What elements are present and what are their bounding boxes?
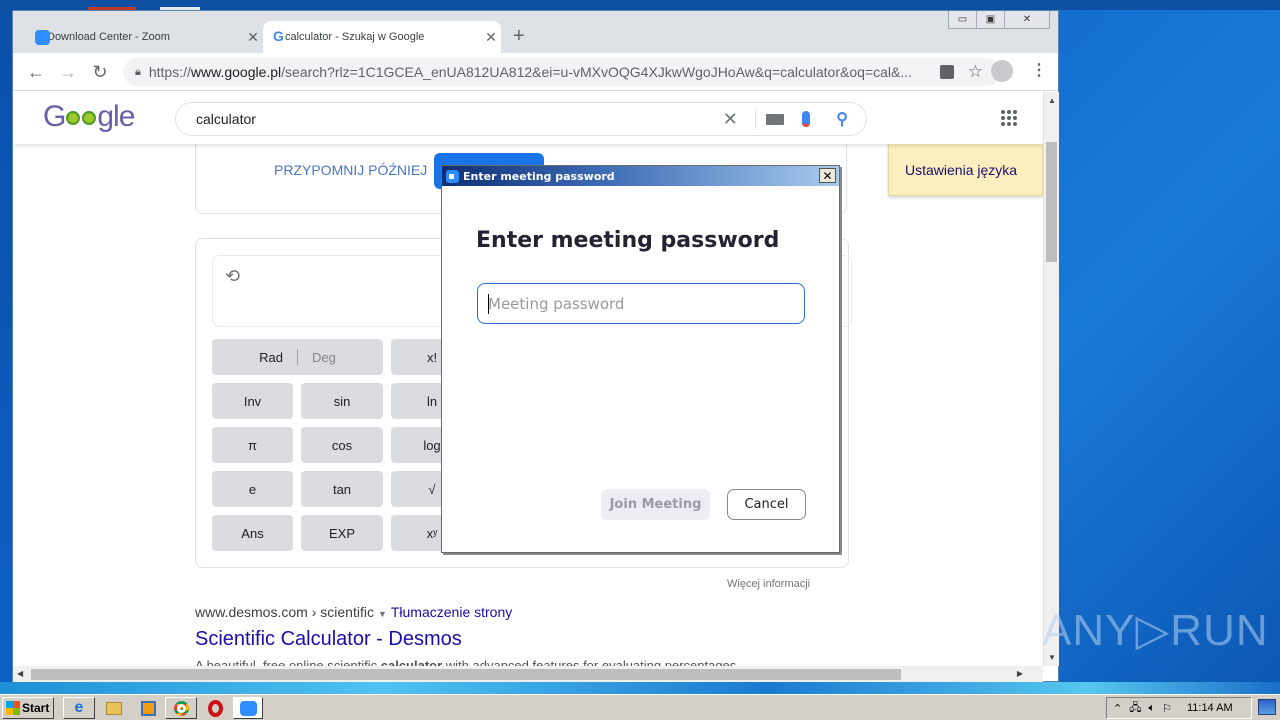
calc-key[interactable]: sin [301,383,383,419]
calc-key[interactable]: e [212,471,293,507]
dropdown-arrow-icon[interactable]: ▼ [378,609,387,619]
search-icon[interactable]: ⚲ [836,109,848,129]
clear-search-icon[interactable]: ✕ [715,109,745,130]
forward-button[interactable]: → [56,60,80,84]
clock[interactable]: 11:14 AM [1187,702,1233,714]
windows-logo-icon [6,701,20,715]
translate-icon[interactable] [939,65,954,79]
cancel-button[interactable]: Cancel [727,489,806,520]
calc-key[interactable]: Ans [212,515,293,551]
keyboard-icon[interactable] [766,113,785,125]
dialog-titlebar[interactable]: Enter meeting password ✕ [442,166,839,186]
anyrun-watermark: ANY▷RUN [1042,606,1269,655]
tab-strip: Download Center - Zoom ✕ G calculator - … [13,11,1058,53]
result-title-link[interactable]: Scientific Calculator - Desmos [195,628,462,651]
network-icon[interactable]: 🖧︎ [1129,699,1141,718]
google-icon: G [273,28,284,44]
language-settings-link[interactable]: Ustawienia języka [905,162,1017,178]
address-bar[interactable]: 🔒︎ https://www.google.pl/search?rlz=1C1G… [123,58,1001,86]
browser-toolbar: ← → ↻ 🔒︎ https://www.google.pl/search?rl… [13,53,1058,91]
close-window-button[interactable]: ✕ [1005,11,1049,28]
dialog-close-button[interactable]: ✕ [819,168,836,183]
calc-key[interactable]: cos [301,427,383,463]
calc-key[interactable]: EXP [301,515,383,551]
search-box[interactable]: calculator ✕ ⚲ [175,102,867,136]
rad-deg-toggle[interactable]: Rad Deg [212,339,383,375]
profile-avatar[interactable] [991,60,1013,82]
google-header: Ggle calculator ✕ ⚲ [13,92,1043,144]
tab-close-button[interactable]: ✕ [481,29,501,46]
calc-key[interactable]: π [212,427,293,463]
meeting-password-input[interactable] [477,283,805,324]
join-meeting-button[interactable]: Join Meeting [601,489,710,520]
meeting-password-dialog: Enter meeting password ✕ Enter meeting p… [441,165,840,553]
google-apps-icon[interactable] [1001,110,1017,126]
dialog-heading: Enter meeting password [476,228,780,253]
tab-calculator-google[interactable]: G calculator - Szukaj w Google ✕ [263,21,501,53]
tab-close-button[interactable]: ✕ [243,29,263,46]
taskbar: Start e ⌃ 🖧︎ 🔈︎ ⚐ 11:14 AM [0,694,1280,720]
maximize-button[interactable]: ▣ [977,11,1005,28]
more-info-link[interactable]: Więcej informacji [727,578,810,590]
scrollbar-thumb[interactable] [31,669,901,680]
calc-key[interactable]: Inv [212,383,293,419]
search-input[interactable]: calculator [196,111,256,127]
opera-icon[interactable] [203,697,227,719]
scroll-left-arrow-icon[interactable]: ◀ [17,669,23,678]
scroll-up-arrow-icon[interactable]: ▲ [1048,96,1056,105]
remind-later-button[interactable]: PRZYPOMNIJ PÓŹNIEJ [274,162,427,178]
scroll-right-arrow-icon[interactable]: ▶ [1017,669,1023,678]
chrome-icon[interactable] [165,697,197,719]
start-button[interactable]: Start [2,697,54,719]
history-icon[interactable]: ⟲ [225,266,245,286]
scrollbar-thumb[interactable] [1046,142,1057,262]
calc-key[interactable]: tan [301,471,383,507]
google-doodle-logo[interactable]: Ggle [43,100,135,134]
tab-download-center-zoom[interactable]: Download Center - Zoom ✕ [25,21,263,53]
zoom-icon [446,169,459,183]
chrome-menu-icon[interactable]: ⋮ [1031,61,1047,81]
show-hidden-icons[interactable]: ⌃ [1113,702,1122,715]
bookmark-star-icon[interactable]: ☆ [968,62,983,82]
zoom-icon [35,30,50,45]
media-player-icon[interactable] [136,697,160,719]
result-snippet: A beautiful, free online scientific calc… [195,658,740,666]
desktop-top [0,0,1280,10]
horizontal-scrollbar[interactable]: ◀ ▶ [13,666,1043,682]
zoom-taskbar-icon[interactable] [233,697,263,719]
file-explorer-icon[interactable] [102,697,126,719]
desktop-wallpaper [0,682,1280,694]
new-tab-button[interactable]: + [513,25,525,47]
result-citation: www.desmos.com › scientific ▼ Tłumaczenie … [195,604,513,620]
internet-explorer-icon[interactable]: e [63,697,95,719]
reload-button[interactable]: ↻ [88,60,112,84]
volume-icon[interactable]: 🔈︎ [1148,702,1155,715]
translate-page-link[interactable]: Tłumaczenie strony [391,604,512,620]
show-desktop-button[interactable] [1258,699,1276,715]
action-center-flag-icon[interactable]: ⚐ [1162,702,1172,715]
vertical-scrollbar[interactable]: ▲ ▼ [1043,92,1059,666]
text-caret [488,294,489,314]
window-controls: ▭ ▣ ✕ [948,11,1050,29]
system-tray: ⌃ 🖧︎ 🔈︎ ⚐ 11:14 AM [1106,697,1252,719]
microphone-icon[interactable] [802,111,811,127]
divider [755,109,757,129]
minimize-button[interactable]: ▭ [949,11,977,28]
lock-icon: 🔒︎ [135,65,141,78]
back-button[interactable]: ← [24,60,48,84]
